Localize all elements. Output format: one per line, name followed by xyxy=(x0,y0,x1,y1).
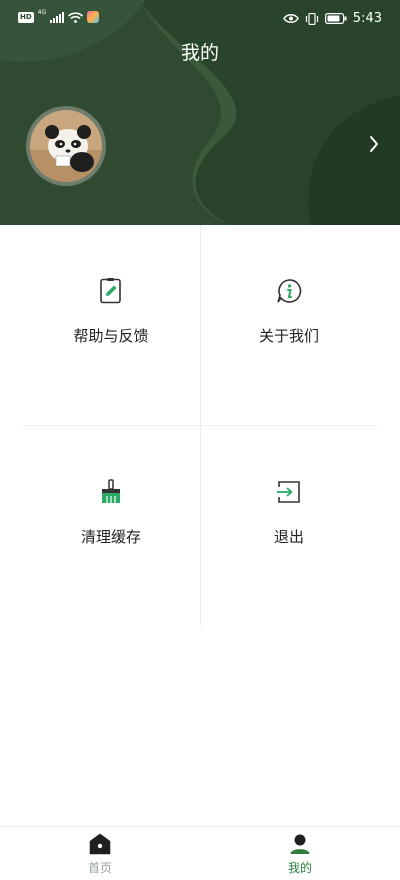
bottom-navigation: 首页 我的 xyxy=(0,826,400,880)
user-icon xyxy=(290,834,310,854)
wifi-icon xyxy=(68,11,84,23)
broom-icon xyxy=(102,479,120,503)
clear-cache-button[interactable]: 清理缓存 xyxy=(22,426,200,626)
status-left: HD 4G xyxy=(18,8,100,23)
page-title: 我的 xyxy=(180,42,219,64)
nav-mine[interactable]: 我的 xyxy=(260,833,340,876)
info-bubble-icon xyxy=(277,279,302,303)
menu-grid: 帮助与反馈 关于我们 清理缓存 退出 xyxy=(22,225,378,626)
logout-icon xyxy=(277,481,300,503)
logout-button[interactable]: 退出 xyxy=(200,426,378,626)
help-feedback-button[interactable]: 帮助与反馈 xyxy=(22,225,200,425)
nav-home[interactable]: 首页 xyxy=(60,833,140,876)
network-type: 4G xyxy=(37,8,47,16)
nav-mine-label: 我的 xyxy=(287,861,312,875)
clock: 5:43 xyxy=(352,11,382,26)
about-us-button[interactable]: 关于我们 xyxy=(200,225,378,425)
edit-note-icon xyxy=(100,278,121,304)
nav-home-label: 首页 xyxy=(87,861,112,875)
chevron-right-icon[interactable] xyxy=(368,134,380,154)
avatar[interactable] xyxy=(26,106,106,186)
status-right: 5:43 xyxy=(282,11,382,26)
clear-cache-label: 清理缓存 xyxy=(80,528,141,546)
panda-avatar-image xyxy=(30,110,102,182)
battery-icon xyxy=(324,13,347,24)
help-feedback-label: 帮助与反馈 xyxy=(73,327,149,345)
about-us-label: 关于我们 xyxy=(258,327,319,345)
eye-icon xyxy=(282,14,299,23)
profile-header: HD 4G 5:43 我的 xyxy=(0,0,400,225)
status-bar: HD 4G 5:43 xyxy=(0,0,400,36)
hd-badge: HD xyxy=(18,11,34,23)
app-notification-icon xyxy=(87,11,100,23)
logout-label: 退出 xyxy=(273,528,304,546)
signal-icon xyxy=(50,11,65,23)
home-icon xyxy=(89,833,111,855)
vibrate-icon xyxy=(305,12,318,25)
